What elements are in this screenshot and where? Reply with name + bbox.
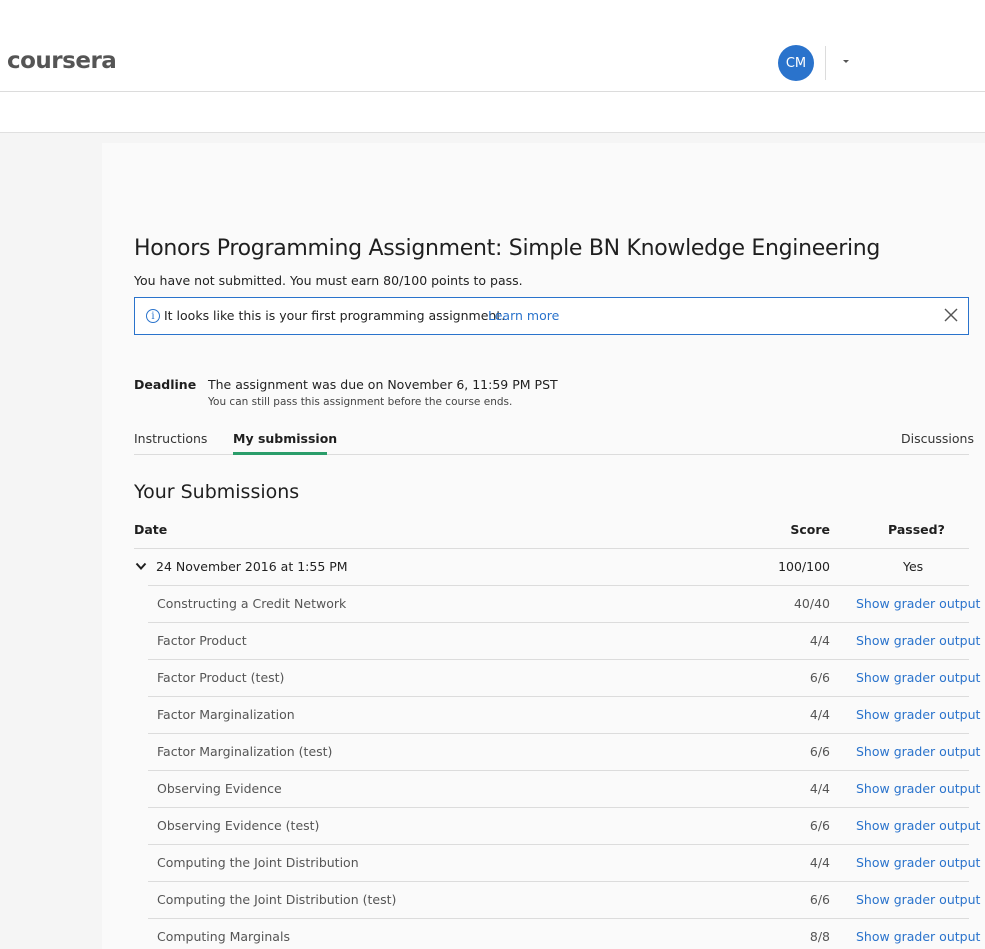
learn-more-link[interactable]: Learn more (488, 308, 559, 323)
active-tab-indicator (233, 452, 327, 455)
close-icon[interactable] (941, 305, 961, 325)
notice-message: It looks like this is your first program… (164, 308, 506, 323)
show-grader-output-link[interactable]: Show grader output (856, 781, 980, 796)
row-divider (148, 881, 969, 882)
submission-passed: Yes (903, 559, 924, 574)
part-name: Factor Marginalization (157, 707, 295, 722)
row-divider (148, 622, 969, 623)
show-grader-output-link[interactable]: Show grader output (856, 855, 980, 870)
deadline-label: Deadline (134, 377, 197, 392)
part-name: Factor Product (test) (157, 670, 285, 685)
part-name: Computing the Joint Distribution (157, 855, 359, 870)
part-score: 6/6 (809, 892, 830, 907)
show-grader-output-link[interactable]: Show grader output (856, 818, 980, 833)
show-grader-output-link[interactable]: Show grader output (856, 633, 980, 648)
row-divider (148, 770, 969, 771)
row-divider (148, 585, 969, 586)
part-score: 8/8 (809, 929, 830, 944)
part-score: 40/40 (793, 596, 830, 611)
submission-score: 100/100 (778, 559, 830, 574)
part-name: Factor Marginalization (test) (157, 744, 333, 759)
header-divider (134, 548, 969, 549)
show-grader-output-link[interactable]: Show grader output (856, 707, 980, 722)
submission-status: You have not submitted. You must earn 80… (134, 273, 523, 288)
part-score: 4/4 (809, 781, 830, 796)
submissions-heading: Your Submissions (134, 481, 300, 503)
coursera-logo[interactable]: coursera (7, 48, 117, 74)
row-divider (148, 807, 969, 808)
show-grader-output-link[interactable]: Show grader output (856, 892, 980, 907)
part-score: 4/4 (809, 707, 830, 722)
tab-my-submission[interactable]: My submission (233, 431, 337, 446)
show-grader-output-link[interactable]: Show grader output (856, 596, 980, 611)
part-score: 4/4 (809, 855, 830, 870)
part-name: Computing Marginals (157, 929, 290, 944)
tab-instructions[interactable]: Instructions (134, 431, 207, 446)
page-title: Honors Programming Assignment: Simple BN… (134, 236, 881, 261)
part-name: Computing the Joint Distribution (test) (157, 892, 397, 907)
info-icon: i (146, 309, 160, 323)
part-score: 6/6 (809, 670, 830, 685)
row-divider (148, 918, 969, 919)
show-grader-output-link[interactable]: Show grader output (856, 670, 980, 685)
first-assignment-notice: i It looks like this is your first progr… (134, 297, 969, 335)
deadline-text: The assignment was due on November 6, 11… (208, 377, 558, 392)
row-divider (148, 659, 969, 660)
deadline-subtext: You can still pass this assignment befor… (208, 396, 513, 408)
secondary-bar (0, 93, 985, 133)
column-header-passed: Passed? (888, 522, 945, 537)
row-divider (148, 733, 969, 734)
part-name: Factor Product (157, 633, 247, 648)
part-name: Observing Evidence (test) (157, 818, 320, 833)
show-grader-output-link[interactable]: Show grader output (856, 744, 980, 759)
part-score: 6/6 (809, 818, 830, 833)
row-divider (148, 696, 969, 697)
chevron-down-icon[interactable] (135, 561, 147, 571)
user-avatar[interactable]: CM (778, 45, 814, 81)
part-name: Constructing a Credit Network (157, 596, 347, 611)
part-name: Observing Evidence (157, 781, 282, 796)
column-header-score: Score (790, 522, 830, 537)
column-header-date: Date (134, 522, 168, 537)
part-score: 4/4 (809, 633, 830, 648)
show-grader-output-link[interactable]: Show grader output (856, 929, 980, 944)
part-score: 6/6 (809, 744, 830, 759)
caret-down-icon[interactable] (843, 60, 849, 63)
row-divider (148, 844, 969, 845)
tab-discussions[interactable]: Discussions (901, 431, 974, 446)
navbar-divider (825, 46, 826, 80)
submission-date[interactable]: 24 November 2016 at 1:55 PM (156, 559, 348, 574)
top-navbar: coursera CM (0, 0, 985, 92)
